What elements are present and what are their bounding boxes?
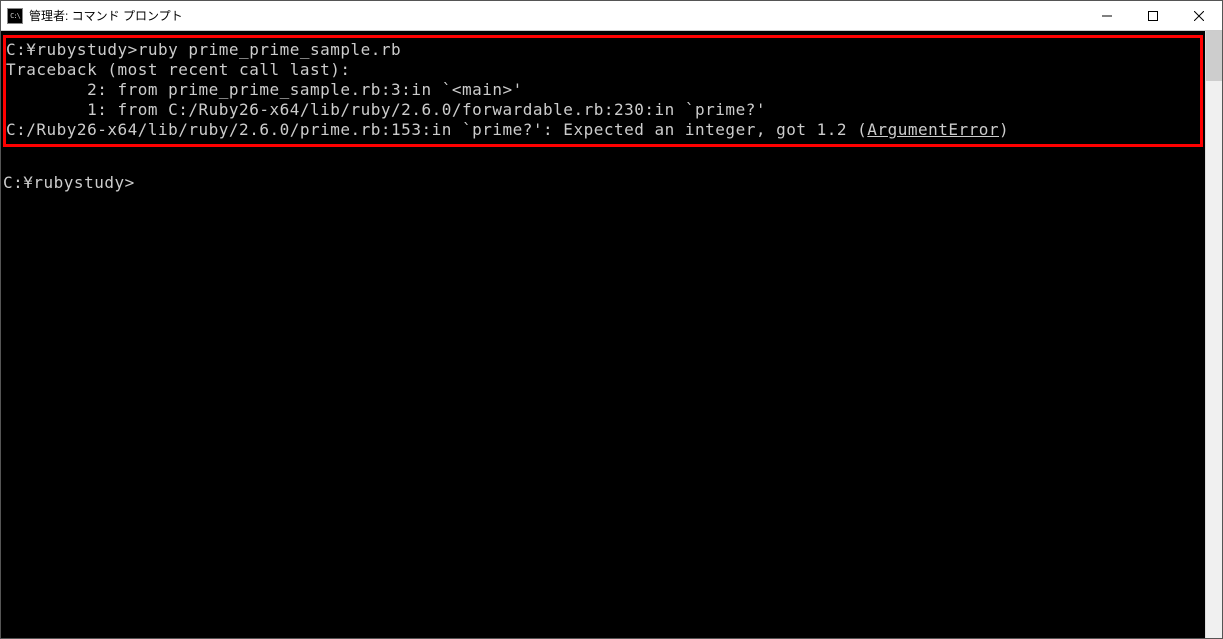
maximize-icon bbox=[1148, 11, 1158, 21]
error-line-post: ) bbox=[999, 120, 1009, 139]
maximize-button[interactable] bbox=[1130, 1, 1176, 30]
terminal-line: C:¥rubystudy>ruby prime_prime_sample.rb bbox=[6, 40, 1196, 60]
terminal-line: 1: from C:/Ruby26-x64/lib/ruby/2.6.0/for… bbox=[6, 100, 1196, 120]
highlight-box: C:¥rubystudy>ruby prime_prime_sample.rb … bbox=[3, 35, 1203, 147]
close-button[interactable] bbox=[1176, 1, 1222, 30]
minimize-button[interactable] bbox=[1084, 1, 1130, 30]
terminal[interactable]: C:¥rubystudy>ruby prime_prime_sample.rb … bbox=[1, 31, 1205, 638]
terminal-line: Traceback (most recent call last): bbox=[6, 60, 1196, 80]
titlebar-left: C:\ 管理者: コマンド プロンプト bbox=[1, 7, 1084, 24]
cmd-icon: C:\ bbox=[7, 8, 23, 24]
terminal-line: C:/Ruby26-x64/lib/ruby/2.6.0/prime.rb:15… bbox=[6, 120, 1196, 140]
minimize-icon bbox=[1102, 11, 1112, 21]
titlebar[interactable]: C:\ 管理者: コマンド プロンプト bbox=[1, 1, 1222, 31]
terminal-line-empty bbox=[3, 153, 1203, 173]
window-title: 管理者: コマンド プロンプト bbox=[29, 7, 183, 24]
prompt-line: C:¥rubystudy> bbox=[3, 173, 1203, 193]
error-class: ArgumentError bbox=[867, 120, 999, 139]
error-line-pre: C:/Ruby26-x64/lib/ruby/2.6.0/prime.rb:15… bbox=[6, 120, 867, 139]
window-controls bbox=[1084, 1, 1222, 30]
scrollbar-thumb[interactable] bbox=[1206, 31, 1222, 81]
client-area: C:¥rubystudy>ruby prime_prime_sample.rb … bbox=[1, 31, 1222, 638]
vertical-scrollbar[interactable] bbox=[1205, 31, 1222, 638]
close-icon bbox=[1194, 11, 1204, 21]
terminal-line: 2: from prime_prime_sample.rb:3:in `<mai… bbox=[6, 80, 1196, 100]
window-frame: C:\ 管理者: コマンド プロンプト bbox=[0, 0, 1223, 639]
